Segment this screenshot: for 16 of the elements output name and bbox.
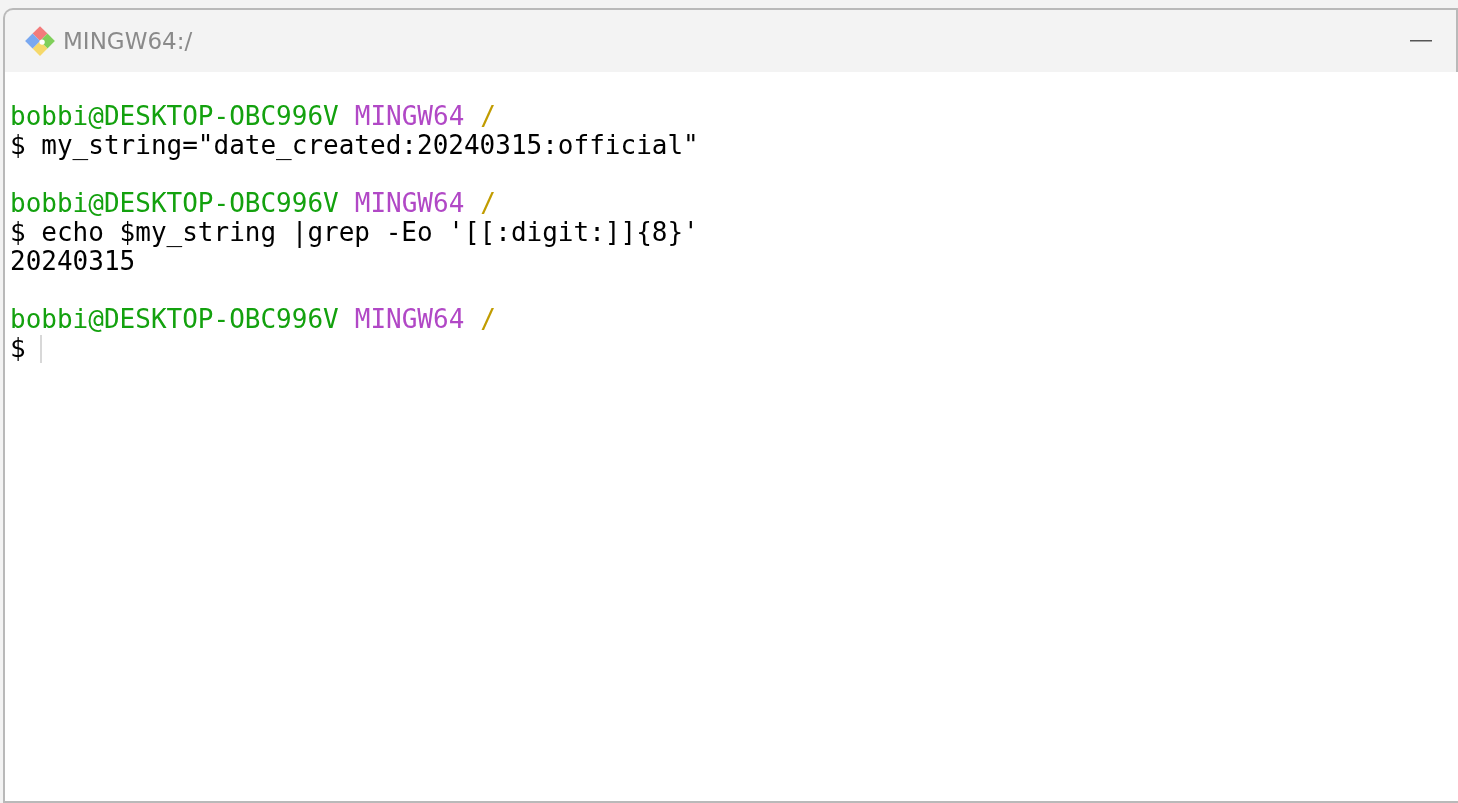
command-line: $ my_string="date_created:20240315:official" <box>10 131 699 160</box>
prompt-user: bobbi@DESKTOP-OBC996V <box>10 305 339 334</box>
prompt-user: bobbi@DESKTOP-OBC996V <box>10 102 339 131</box>
command-output: 20240315 <box>10 247 136 276</box>
prompt-sign: $ <box>10 334 26 363</box>
prompt-user: bobbi@DESKTOP-OBC996V <box>10 189 339 218</box>
prompt-system: MINGW64 <box>354 189 465 218</box>
diamond-logo-icon <box>23 24 57 58</box>
prompt-path: / <box>480 305 496 334</box>
minimize-icon <box>1410 39 1432 43</box>
prompt-path: / <box>480 102 496 131</box>
window-title: MINGW64:/ <box>63 28 193 54</box>
prompt-system: MINGW64 <box>354 102 465 131</box>
prompt-system: MINGW64 <box>354 305 465 334</box>
command-line: $ echo $my_string |grep -Eo '[[:digit:]]{8}' <box>10 218 699 247</box>
prompt-path: / <box>480 189 496 218</box>
